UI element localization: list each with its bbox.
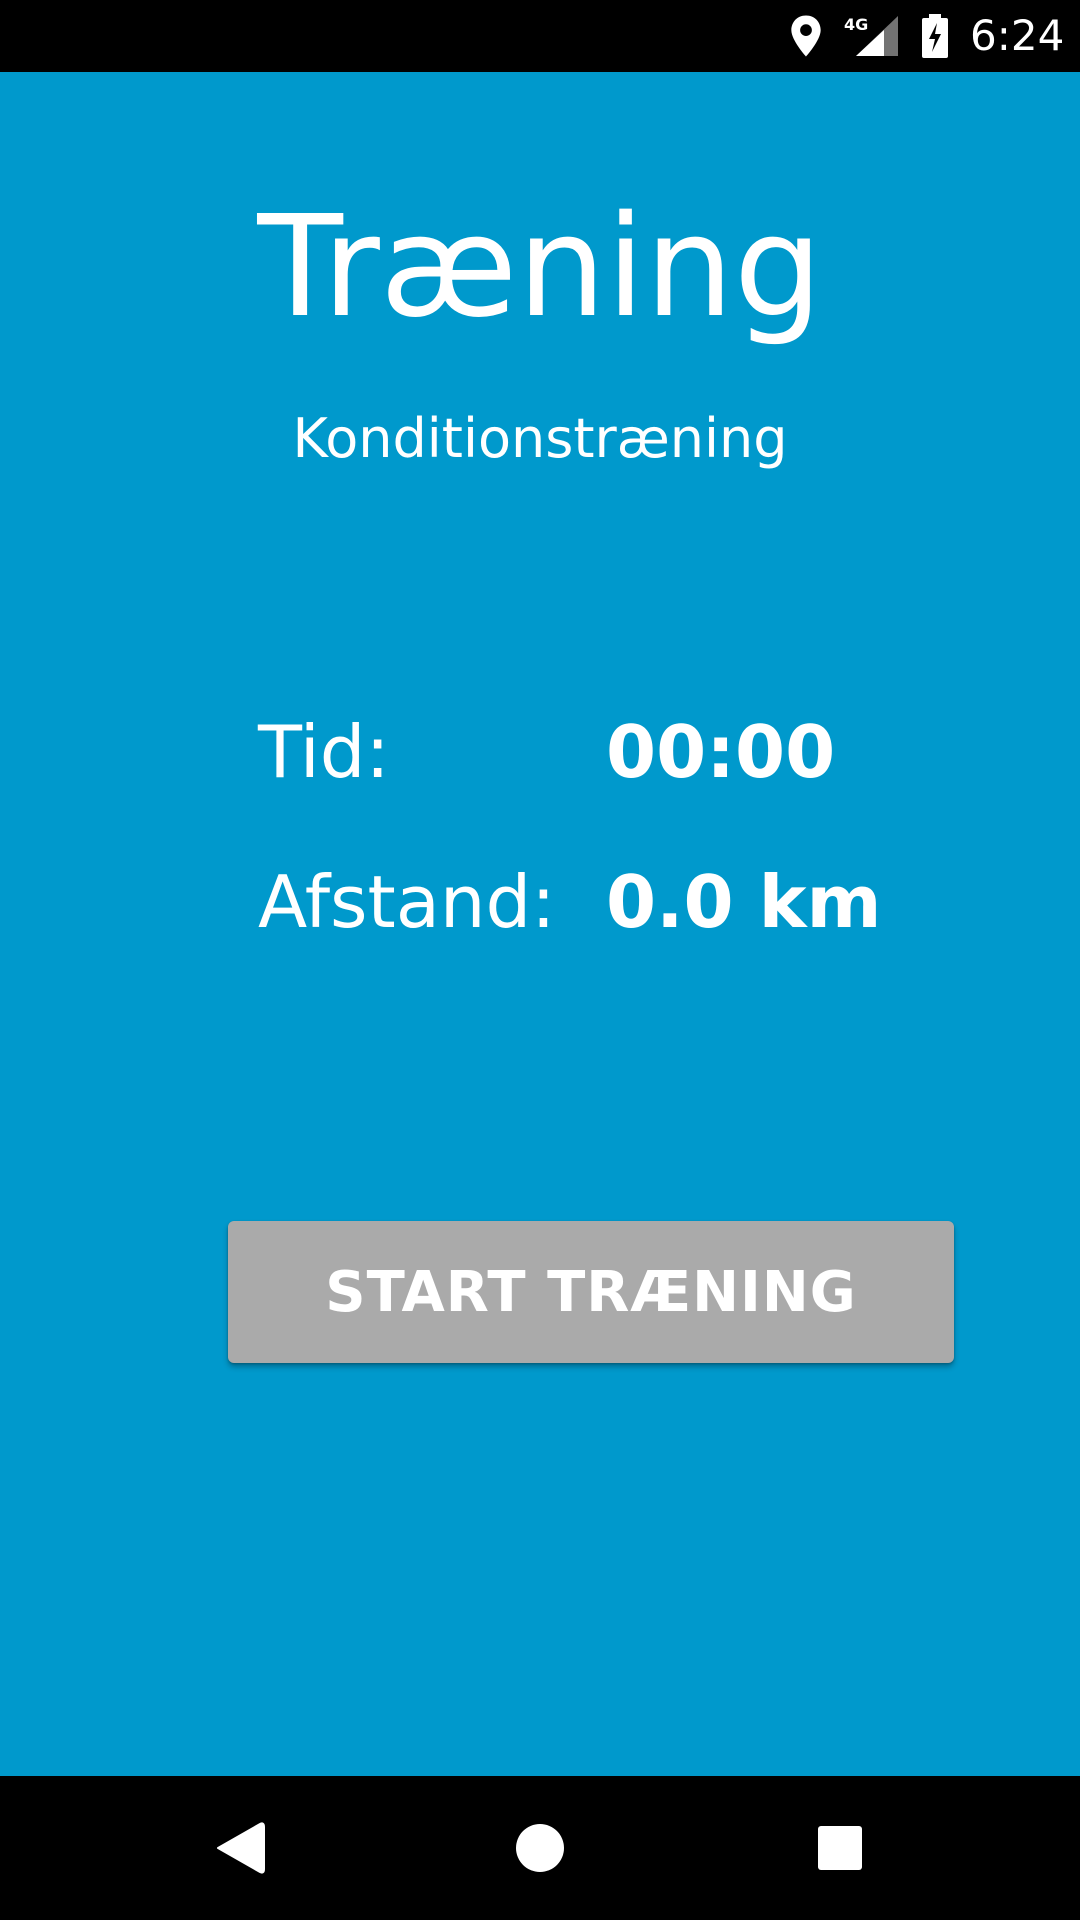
status-bar: 4G 6:24: [0, 0, 1080, 72]
battery-charging-icon: [922, 14, 948, 58]
location-icon: [791, 15, 821, 57]
navigation-bar: [0, 1776, 1080, 1920]
signal-icon: 4G: [844, 15, 898, 56]
page-title: Træning: [257, 186, 823, 349]
home-icon[interactable]: [492, 1800, 588, 1896]
time-label: Tid:: [258, 710, 390, 794]
network-type-label: 4G: [844, 15, 868, 34]
distance-label: Afstand:: [258, 860, 556, 944]
distance-value: 0.0 km: [606, 860, 882, 944]
recents-icon[interactable]: [792, 1800, 888, 1896]
back-icon[interactable]: [194, 1800, 290, 1896]
status-clock: 6:24: [970, 11, 1065, 60]
start-training-button[interactable]: START TRÆNING: [228, 1221, 954, 1363]
page-subtitle: Konditionstræning: [292, 407, 788, 470]
app-screen: 4G 6:24 Træning Konditionstræning Tid: 0…: [0, 0, 1080, 1920]
time-value: 00:00: [606, 710, 836, 794]
